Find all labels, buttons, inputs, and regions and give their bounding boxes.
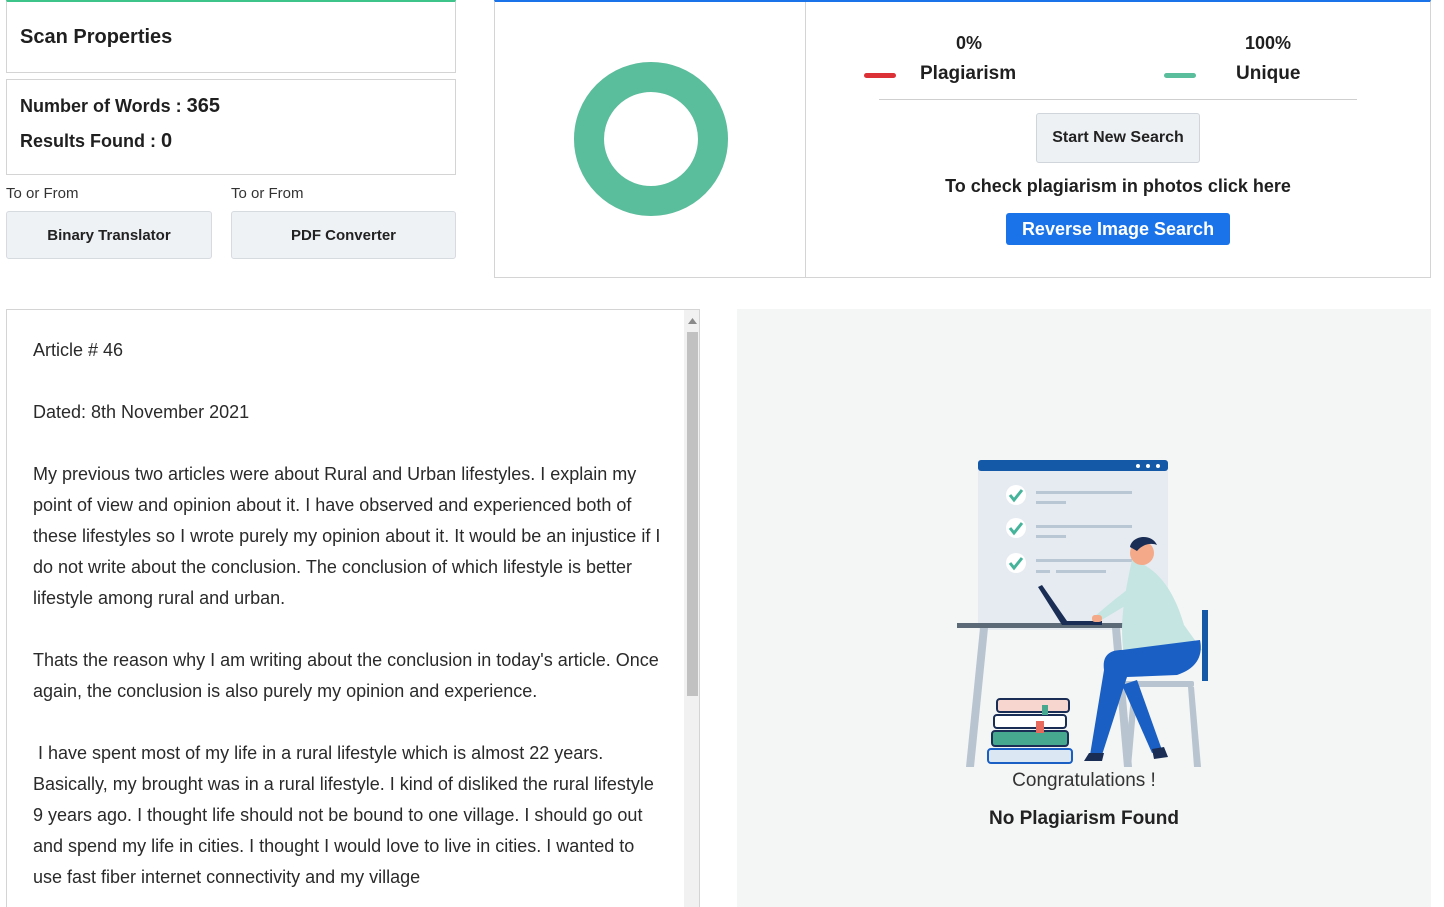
word-count-label: Number of Words : [20,96,187,116]
plagiarism-legend-swatch [864,73,896,78]
scan-stats-box: Number of Words : 365 Results Found : 0 [6,79,456,175]
unique-percent: 100% [1245,33,1292,53]
binary-translator-button[interactable]: Binary Translator [6,211,212,259]
results-found: Results Found : 0 [20,130,172,153]
article-paragraph: My previous two articles were about Rura… [33,464,661,608]
legend-divider [879,99,1357,100]
article-paragraph: Dated: 8th November 2021 [33,402,250,422]
plagiarism-label: Plagiarism [920,63,1017,84]
article-paragraph: Thats the reason why I am writing about … [33,650,659,701]
article-paragraph: I have spent most of my life in a rural … [33,743,659,887]
pdf-converter-caption: To or From [231,185,304,202]
article-content: Article # 46 Dated: 8th November 2021 My… [33,335,663,907]
scan-properties-title: Scan Properties [20,26,173,48]
result-divider [805,2,806,277]
word-count: Number of Words : 365 [20,95,220,118]
scan-properties-header: Scan Properties [6,0,456,73]
unique-legend-swatch [1164,73,1196,78]
results-found-value: 0 [161,130,173,152]
scroll-up-arrow-icon[interactable] [684,312,699,330]
article-paragraph: Article # 46 [33,340,124,360]
word-count-value: 365 [186,95,221,117]
start-new-search-button[interactable]: Start New Search [1036,113,1200,163]
results-found-label: Results Found : [20,131,161,151]
unique-label: Unique [1236,63,1301,84]
donut-unique-arc [574,62,728,216]
no-plagiarism-text: No Plagiarism Found [988,808,1180,829]
uniqueness-donut-chart [574,62,728,216]
binary-translator-caption: To or From [6,185,79,202]
plagiarism-percent: 0% [956,33,983,53]
scrollbar-thumb[interactable] [687,332,698,696]
pdf-converter-button[interactable]: PDF Converter [231,211,456,259]
reverse-image-search-button[interactable]: Reverse Image Search [1006,213,1230,245]
congratulations-text: Congratulations ! [1012,770,1156,791]
photo-check-text: To check plagiarism in photos click here [945,176,1291,196]
article-text-box[interactable]: Article # 46 Dated: 8th November 2021 My… [6,309,700,907]
checklist-person-illustration-icon [957,460,1208,767]
